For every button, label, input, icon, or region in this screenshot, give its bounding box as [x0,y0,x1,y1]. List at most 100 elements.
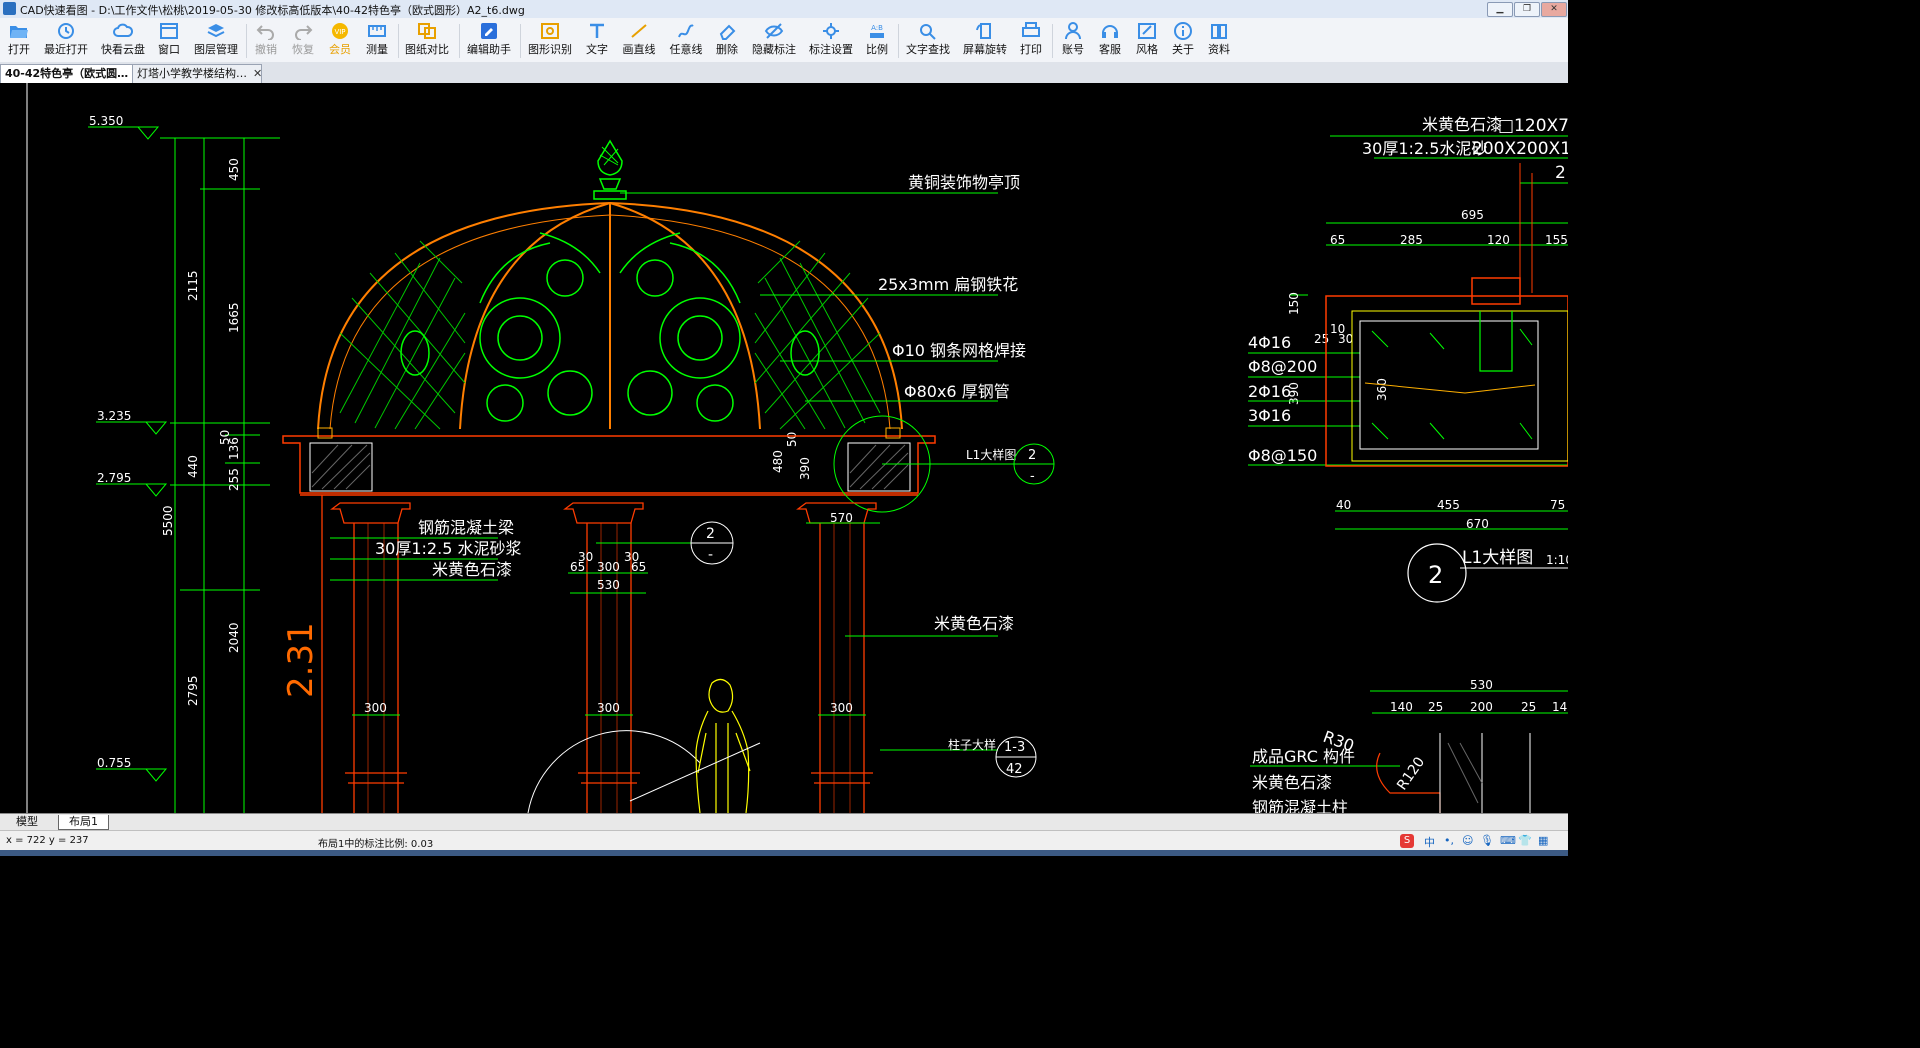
layers-icon [207,24,225,38]
delete-button[interactable]: 删除 [714,20,740,60]
account-button[interactable]: 账号 [1060,20,1086,60]
emoji-icon[interactable]: ☺ [1462,834,1476,848]
style-button[interactable]: 风格 [1134,20,1160,60]
close-tab-icon[interactable]: ✕ [253,67,262,80]
svg-text:285: 285 [1400,233,1423,247]
door-swing-arc [527,730,701,813]
grid-menu-icon[interactable]: ▦ [1538,834,1552,848]
svg-text:75: 75 [1550,498,1565,512]
drawing-compare-button[interactable]: 图纸对比 [404,20,450,60]
elevation-label: 5.350 [89,114,123,128]
input-method-icon[interactable]: S [1400,834,1414,848]
redo-button[interactable]: 恢复 [289,20,317,60]
eraser-icon [719,24,736,40]
vip-button[interactable]: VIP 会员 [326,20,354,60]
svg-text:200X200X1: 200X200X1 [1472,139,1568,159]
tab-school-structure[interactable]: 灯塔小学教学楼结构… ✕ [132,64,262,83]
svg-text:钢筋混凝土柱: 钢筋混凝土柱 [1252,798,1348,813]
open-button[interactable]: 打开 [4,20,34,60]
svg-text:2: 2 [706,526,715,542]
restore-button[interactable]: ❐ [1514,2,1540,17]
svg-text:65: 65 [1330,233,1345,247]
svg-text:30: 30 [1338,332,1353,346]
callout-column-detail: 柱子大样 [948,737,996,752]
measure-button[interactable]: 测量 [363,20,391,60]
tab-model[interactable]: 模型 [6,815,48,829]
tab-pavilion-drawing[interactable]: 40-42特色亭（欧式圆…✕ [0,64,143,83]
cloud-drive-button[interactable]: 快看云盘 [100,20,146,60]
vertical-dimension-lines [160,137,280,813]
cad-drawing: 5.350 3.235 2.795 0.755 450 2115 1665 50… [26,83,1568,813]
rotate-screen-button[interactable]: 屏幕旋转 [962,20,1008,60]
svg-text:360: 360 [1375,378,1389,401]
language-icon[interactable]: 中 [1424,834,1438,849]
freehand-line-button[interactable]: 任意线 [668,20,704,60]
annotation-settings-button[interactable]: 标注设置 [808,20,854,60]
l1-section-detail: 米黄色石漆 □120X70 30厚1:2.5水泥砂 200X200X1 2 69… [1248,115,1568,813]
text-search-icon [920,24,936,40]
hide-annotation-button[interactable]: 隐藏标注 [751,20,797,60]
freehand-icon [678,24,694,38]
drawing-canvas[interactable]: 5.350 3.235 2.795 0.755 450 2115 1665 50… [0,83,1568,813]
punctuation-icon[interactable]: •, [1444,834,1458,848]
svg-text:42: 42 [1006,762,1023,777]
undo-button[interactable]: 撤销 [252,20,280,60]
window-title: CAD快速看图 - D:\工作文件\松桃\2019-05-30 修改标高低版本\… [20,4,525,17]
draw-line-button[interactable]: 画直线 [621,20,657,60]
about-button[interactable]: 关于 [1170,20,1196,60]
svg-text:5500: 5500 [161,505,175,536]
print-button[interactable]: 打印 [1018,20,1044,60]
os-taskbar [0,850,1568,856]
svg-text:2795: 2795 [186,675,200,706]
svg-text:2115: 2115 [186,270,200,301]
svg-text:200: 200 [1470,700,1493,714]
callout-iron-flower: 25x3mm 扁钢铁花 [878,275,1018,294]
close-button[interactable]: ✕ [1541,2,1567,17]
tab-layout1[interactable]: 布局1 [58,815,109,830]
info-icon [1174,22,1192,40]
account-icon [1065,22,1081,40]
vip-icon: VIP [332,23,348,39]
svg-text:440: 440 [186,455,200,478]
callout-paint: 米黄色石漆 [432,560,512,579]
svg-text:Φ8@150: Φ8@150 [1248,446,1317,465]
microphone-icon[interactable]: 🎙 [1480,834,1494,848]
svg-text:120: 120 [1487,233,1510,247]
svg-text:2: 2 [1428,561,1443,589]
svg-text:30厚1:2.5水泥砂: 30厚1:2.5水泥砂 [1362,139,1487,158]
callout-top-ornament: 黄铜装饰物亭顶 [908,173,1020,192]
scale-message: 布局1中的标注比例: 0.03 [318,839,434,850]
window-button[interactable]: 窗口 [156,20,182,60]
shape-recognize-button[interactable]: 图形识别 [527,20,573,60]
text-search-button[interactable]: 文字查找 [905,20,951,60]
main-toolbar: 打开 最近打开 快看云盘 窗口 图层管理 撤销 恢复 VIP 会员 测量 图纸对… [0,18,1568,63]
callout-paint-2: 米黄色石漆 [934,614,1014,633]
svg-text:成品GRC 构件: 成品GRC 构件 [1252,747,1355,766]
svg-text:L1大样图: L1大样图 [1462,548,1533,568]
annotation-settings-icon [823,23,839,39]
status-bar: x = 722 y = 237 布局1中的标注比例: 0.03 S 中 •, ☺… [0,830,1568,851]
layout-tab-bar: 模型 布局1 [0,813,1568,831]
scale-button[interactable]: A:B 比例 [864,20,890,60]
recent-open-button[interactable]: 最近打开 [43,20,89,60]
text-button[interactable]: 文字 [584,20,610,60]
svg-text:50: 50 [785,432,799,447]
big-red-label: 2.31 [281,622,321,698]
svg-text:米黄色石漆: 米黄色石漆 [1252,773,1332,792]
svg-text:2040: 2040 [227,622,241,653]
minimize-button[interactable]: ▁ [1487,2,1513,17]
svg-text:1665: 1665 [227,302,241,333]
elevation-label: 3.235 [97,409,131,423]
edit-assistant-button[interactable]: 编辑助手 [465,20,513,60]
svg-text:450: 450 [227,158,241,181]
svg-text:670: 670 [1466,517,1489,531]
toolbar-separator [459,24,460,58]
layer-manager-button[interactable]: 图层管理 [193,20,239,60]
person-figure [695,678,751,813]
leader-line [629,742,761,802]
customer-service-button[interactable]: 客服 [1097,20,1123,60]
svg-text:155: 155 [1545,233,1568,247]
keyboard-icon[interactable]: ⌨ [1500,834,1516,848]
library-button[interactable]: 资料 [1206,20,1232,60]
shirt-icon[interactable]: 👕 [1518,834,1532,848]
